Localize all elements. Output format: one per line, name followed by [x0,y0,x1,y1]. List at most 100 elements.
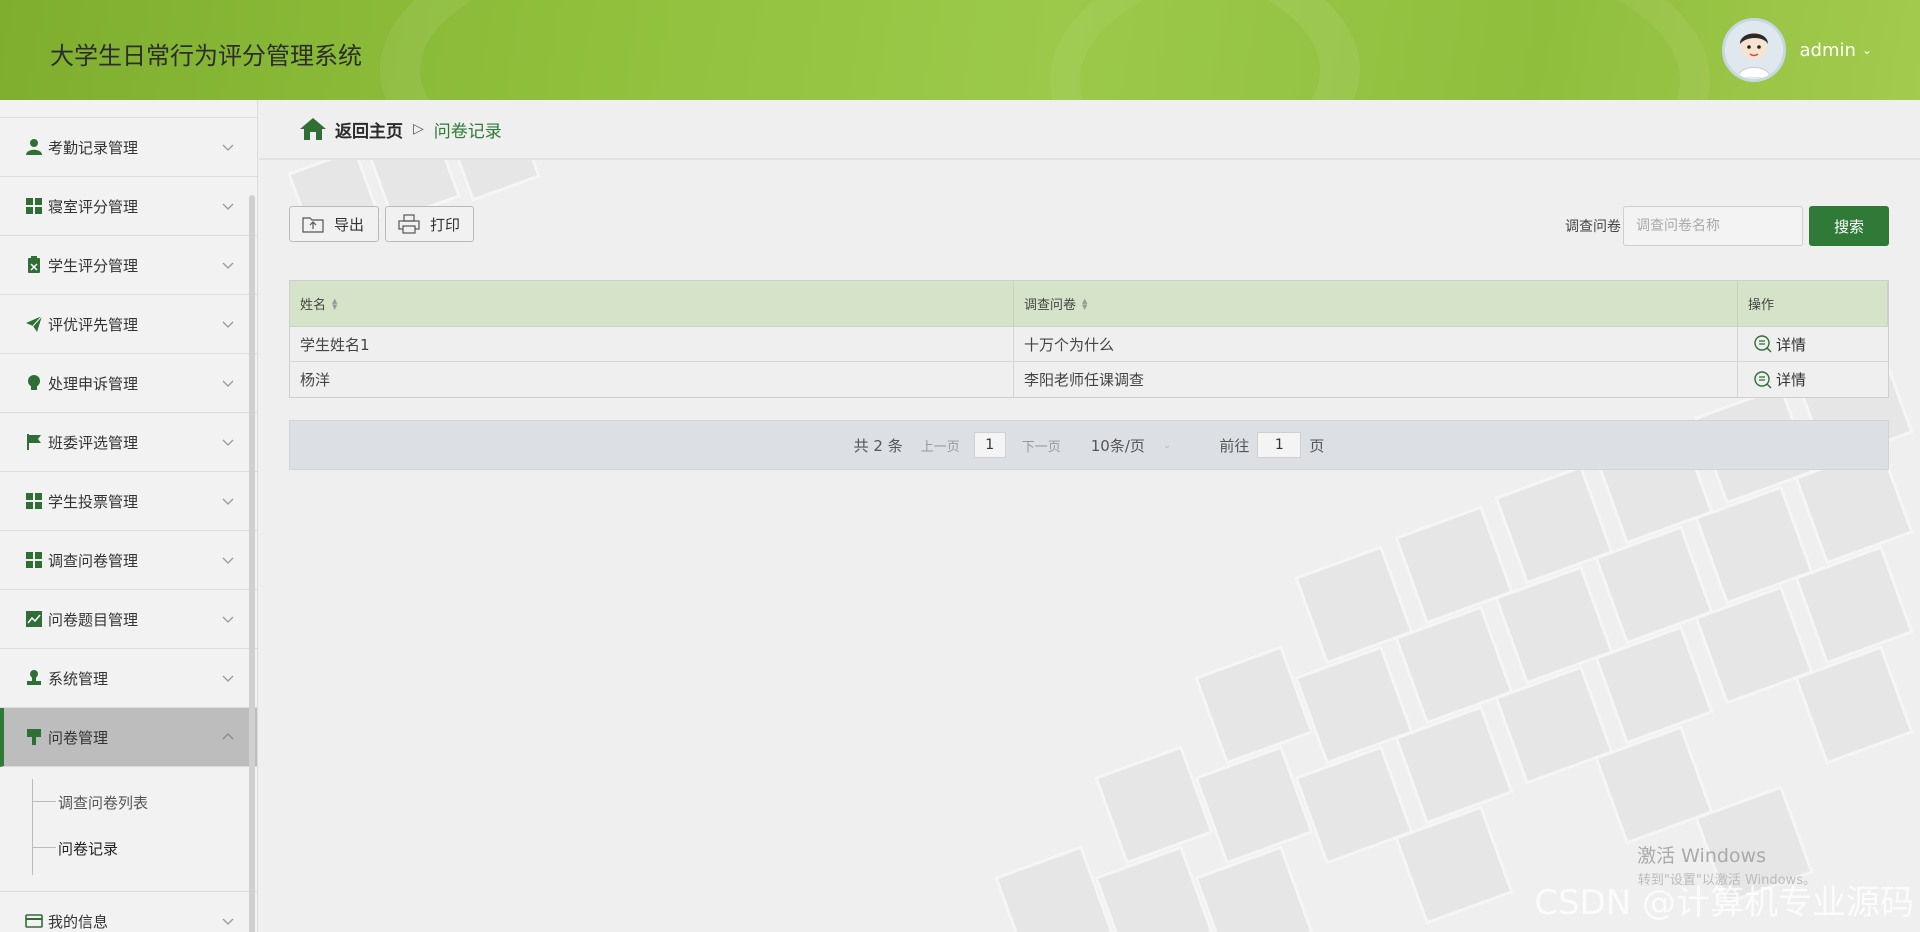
table-header: 姓名 ▲ ▼ 调查问卷 ▲ ▼ 操作 [290,281,1888,327]
chevron-down-icon [222,439,234,446]
grid-icon [24,196,44,216]
chevron-down-icon [222,675,234,682]
app-title: 大学生日常行为评分管理系统 [50,42,362,70]
records-panel: 导出 打印 调查问卷 搜索 姓名 ▲▼ 调查问卷 [289,206,1889,470]
chevron-down-icon [222,557,234,564]
home-icon [300,118,326,140]
print-label: 打印 [430,215,461,234]
table-row: 学生姓名1 十万个为什么 详情 [290,327,1888,362]
chevron-down-icon[interactable]: ⌄ [1862,43,1872,57]
page-number-button[interactable]: 1 [973,432,1006,458]
sidebar-item-label: 问卷管理 [48,728,109,747]
breadcrumb-home-link[interactable]: 返回主页 [299,117,403,142]
user-icon [24,137,44,157]
sidebar-divider [0,100,257,118]
goto-page-input[interactable] [1257,432,1302,458]
grid-icon [24,550,44,570]
sidebar-scrollbar[interactable] [249,195,255,932]
sidebar-item-label: 处理申诉管理 [48,374,139,393]
sidebar-item-my-info[interactable]: 我的信息 [0,892,257,932]
prev-page-button[interactable]: 上一页 [921,436,960,455]
pagination-total: 共 2 条 [853,436,903,455]
folder-upload-icon [302,217,324,233]
sidebar-item-label: 评优评先管理 [48,315,139,334]
sidebar-item-student-score[interactable]: 学生评分管理 [0,236,257,295]
breadcrumb-home-label[interactable]: 返回主页 [335,117,403,142]
export-button[interactable]: 导出 [289,206,379,242]
sidebar-item-attendance[interactable]: 考勤记录管理 [0,118,257,177]
goto-suffix: 页 [1309,436,1325,455]
csdn-watermark: CSDN @计算机专业源码 [1534,883,1914,923]
sidebar-item-committee[interactable]: 班委评选管理 [0,413,257,472]
chart-icon [24,609,44,629]
chevron-down-icon [222,918,234,925]
chevron-up-icon [222,733,234,740]
card-icon [24,911,44,931]
chevron-down-icon [222,321,234,328]
sidebar-item-label: 调查问卷管理 [48,551,139,570]
search-input[interactable] [1623,206,1803,246]
breadcrumb: 返回主页 ▷ 问卷记录 [259,100,1920,160]
print-button[interactable]: 打印 [385,206,474,242]
chevron-down-icon [222,144,234,151]
flag-icon [24,432,44,452]
sidebar-item-label: 我的信息 [48,912,109,931]
detail-icon [1754,370,1772,388]
grid-icon [24,491,44,511]
sidebar-item-questionnaire[interactable]: 问卷管理 [0,708,257,767]
detail-button[interactable]: 详情 [1748,369,1806,390]
sort-icon[interactable]: ▲ ▼ [1082,297,1087,310]
search-button[interactable]: 搜索 [1809,206,1889,246]
activate-windows-watermark: 激活 Windows [1637,845,1766,867]
chevron-down-icon [222,203,234,210]
table-row: 杨洋 李阳老师任课调查 详情 [290,362,1888,397]
sidebar-item-label: 学生评分管理 [48,256,139,275]
sidebar-item-survey[interactable]: 调查问卷管理 [0,531,257,590]
sidebar-item-voting[interactable]: 学生投票管理 [0,472,257,531]
sidebar-submenu: 调查问卷列表 问卷记录 [0,767,257,892]
goto-page: 前往 页 [1219,432,1324,458]
next-page-button[interactable]: 下一页 [1022,436,1061,455]
page-size-select[interactable]: 10条/页 ⌄ [1091,435,1172,456]
sidebar-item-system[interactable]: 系统管理 [0,649,257,708]
avatar-icon [1725,22,1782,78]
printer-icon [398,214,420,234]
sort-icon[interactable]: ▲ ▼ [332,297,337,310]
paper-plane-icon [24,314,44,334]
column-header-survey[interactable]: 调查问卷 ▲ ▼ [1014,281,1738,326]
cell-survey: 李阳老师任课调查 [1014,362,1738,397]
stamp-icon [24,668,44,688]
breadcrumb-separator: ▷ [413,121,424,137]
main-content: 返回主页 ▷ 问卷记录 导出 打印 调查问卷 调查问卷名称 搜索 姓名 ▲ ▼ … [259,100,1920,932]
sidebar: 考勤记录管理 寝室评分管理 学生评分管理 评优评先管理 处理申诉管理 班委评选管… [0,100,258,932]
detail-button[interactable]: 详情 [1748,334,1806,355]
sidebar-item-label: 考勤记录管理 [48,138,139,157]
column-header-name[interactable]: 姓名 ▲ ▼ [290,281,1014,326]
chevron-down-icon [222,498,234,505]
cell-action: 详情 [1738,327,1888,361]
sidebar-item-appeal[interactable]: 处理申诉管理 [0,354,257,413]
cell-survey: 十万个为什么 [1014,327,1738,361]
clipboard-x-icon [24,255,44,275]
sidebar-item-dorm-score[interactable]: 寝室评分管理 [0,177,257,236]
export-label: 导出 [334,215,365,234]
records-table: 姓名 ▲ ▼ 调查问卷 ▲ ▼ 操作 学生姓名1 十万个为什么 详情 杨洋 李阳… [289,280,1889,398]
goto-label: 前往 [1219,436,1250,455]
pagination: 共 2 条 上一页 1 下一页 10条/页 ⌄ 前往 页 [289,420,1889,470]
sidebar-item-excellence[interactable]: 评优评先管理 [0,295,257,354]
cell-name: 杨洋 [290,362,1014,397]
sidebar-item-label: 班委评选管理 [48,433,139,452]
sidebar-item-questions[interactable]: 问卷题目管理 [0,590,257,649]
bulb-icon [24,373,44,393]
sidebar-item-label: 学生投票管理 [48,492,139,511]
cell-name: 学生姓名1 [290,327,1014,361]
user-name[interactable]: admin [1800,40,1856,61]
brush-icon [24,727,44,747]
chevron-down-icon [222,262,234,269]
avatar[interactable] [1721,18,1786,82]
submenu-item-survey-records[interactable]: 问卷记录 [0,825,257,871]
toolbar: 导出 打印 调查问卷 搜索 [289,206,1889,246]
sidebar-item-label: 问卷题目管理 [48,610,139,629]
user-menu[interactable]: admin ⌄ [1721,18,1872,82]
submenu-item-survey-list[interactable]: 调查问卷列表 [0,779,257,825]
